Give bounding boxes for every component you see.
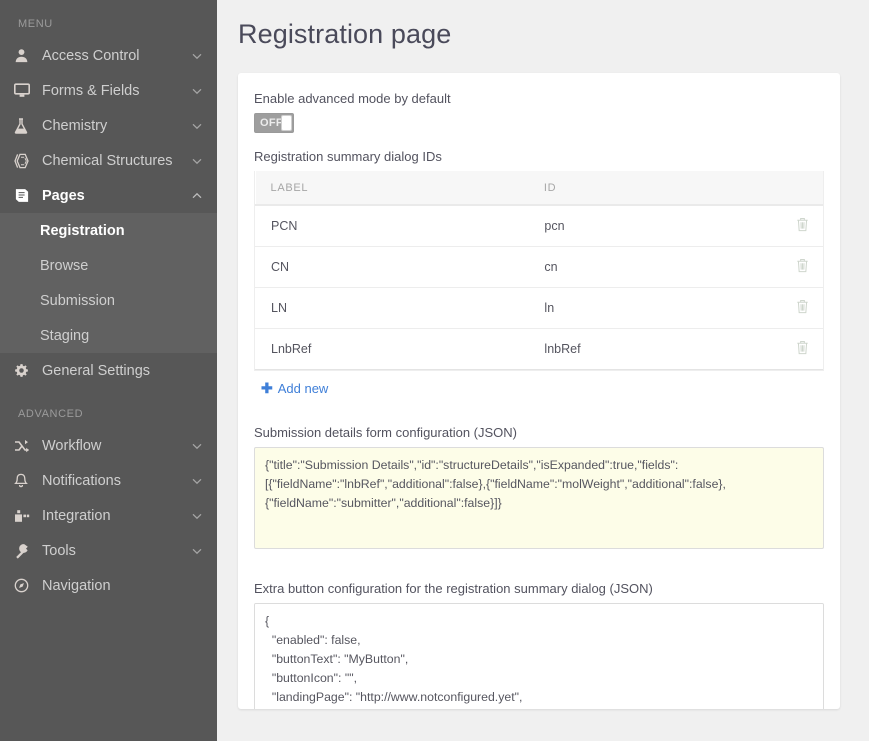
table-header-row: LABEL ID — [256, 171, 824, 205]
sidebar-item-integration[interactable]: Integration — [0, 498, 217, 533]
benzene-ring-icon — [14, 153, 36, 169]
sidebar-item-tools[interactable]: Tools — [0, 533, 217, 568]
table-row[interactable]: LnbRef lnbRef — [256, 329, 824, 370]
sidebar-subitem-staging[interactable]: Staging — [0, 318, 217, 353]
chevron-down-icon — [191, 155, 203, 167]
cell-id: ln — [529, 288, 781, 329]
sidebar-item-label: Notifications — [36, 473, 191, 489]
wrench-icon — [14, 543, 36, 559]
extra-button-textarea[interactable] — [254, 603, 824, 709]
sidebar: MENU Access Control Forms & Fields — [0, 0, 217, 741]
table-head: LABEL ID — [256, 171, 824, 205]
chevron-down-icon — [191, 545, 203, 557]
trash-icon — [796, 299, 809, 314]
sidebar-item-label: Integration — [36, 508, 191, 524]
settings-card: Enable advanced mode by default OFF Regi… — [238, 73, 840, 709]
sidebar-submenu-pages: Registration Browse Submission Staging — [0, 213, 217, 353]
monitor-icon — [14, 83, 36, 98]
sidebar-item-label: Chemical Structures — [36, 153, 191, 169]
add-new-label: Add new — [278, 381, 329, 396]
submission-details-label: Submission details form configuration (J… — [254, 425, 824, 440]
book-icon — [14, 188, 36, 203]
sidebar-item-forms-and-fields[interactable]: Forms & Fields — [0, 73, 217, 108]
trash-icon — [796, 258, 809, 273]
chevron-down-icon — [191, 510, 203, 522]
sidebar-item-navigation[interactable]: Navigation — [0, 568, 217, 603]
table-row[interactable]: LN ln — [256, 288, 824, 329]
app-root: MENU Access Control Forms & Fields — [0, 0, 869, 741]
table-row[interactable]: CN cn — [256, 247, 824, 288]
table-row[interactable]: PCN pcn — [256, 205, 824, 247]
sidebar-subitem-registration[interactable]: Registration — [0, 213, 217, 248]
main-content: Registration page Enable advanced mode b… — [217, 0, 869, 741]
cell-id: pcn — [529, 205, 781, 247]
sidebar-subitem-label: Submission — [40, 293, 115, 309]
extra-button-label: Extra button configuration for the regis… — [254, 581, 824, 596]
dialog-ids-table-wrap: LABEL ID PCN pcn — [254, 171, 824, 371]
sitemap-icon — [14, 509, 36, 523]
sidebar-item-access-control[interactable]: Access Control — [0, 38, 217, 73]
compass-icon — [14, 578, 36, 593]
delete-row-button[interactable] — [781, 329, 824, 370]
sidebar-item-label: Pages — [36, 188, 191, 204]
sidebar-item-label: Forms & Fields — [36, 83, 191, 99]
sidebar-item-label: General Settings — [36, 363, 203, 379]
sidebar-item-label: Chemistry — [36, 118, 191, 134]
sidebar-item-label: Tools — [36, 543, 191, 559]
sidebar-menu-caption: MENU — [0, 0, 217, 38]
sidebar-subitem-browse[interactable]: Browse — [0, 248, 217, 283]
sidebar-item-general-settings[interactable]: General Settings — [0, 353, 217, 388]
flask-icon — [14, 118, 36, 134]
table-body: PCN pcn CN cn — [256, 205, 824, 370]
column-header-id: ID — [529, 171, 781, 205]
gear-icon — [14, 363, 36, 378]
delete-row-button[interactable] — [781, 288, 824, 329]
sidebar-subitem-label: Registration — [40, 223, 125, 239]
sidebar-item-chemical-structures[interactable]: Chemical Structures — [0, 143, 217, 178]
shuffle-icon — [14, 439, 36, 453]
chevron-down-icon — [191, 475, 203, 487]
sidebar-item-notifications[interactable]: Notifications — [0, 463, 217, 498]
plus-icon: ✚ — [261, 380, 273, 397]
cell-label: LnbRef — [256, 329, 529, 370]
chevron-down-icon — [191, 85, 203, 97]
cell-id: cn — [529, 247, 781, 288]
trash-icon — [796, 340, 809, 355]
page-title: Registration page — [238, 19, 869, 50]
toggle-knob — [281, 115, 292, 131]
cell-label: CN — [256, 247, 529, 288]
chevron-down-icon — [191, 120, 203, 132]
chevron-up-icon — [191, 190, 203, 202]
sidebar-item-chemistry[interactable]: Chemistry — [0, 108, 217, 143]
cell-label: LN — [256, 288, 529, 329]
submission-details-textarea[interactable] — [254, 447, 824, 549]
column-header-actions — [781, 171, 824, 205]
sidebar-item-label: Navigation — [36, 578, 203, 594]
bell-icon — [14, 473, 36, 488]
sidebar-advanced-caption: ADVANCED — [0, 388, 217, 428]
delete-row-button[interactable] — [781, 247, 824, 288]
dialog-ids-label: Registration summary dialog IDs — [254, 149, 824, 164]
sidebar-item-label: Workflow — [36, 438, 191, 454]
sidebar-subitem-label: Staging — [40, 328, 89, 344]
sidebar-subitem-label: Browse — [40, 258, 88, 274]
sidebar-subitem-submission[interactable]: Submission — [0, 283, 217, 318]
cell-label: PCN — [256, 205, 529, 247]
delete-row-button[interactable] — [781, 205, 824, 247]
advanced-mode-label: Enable advanced mode by default — [254, 91, 824, 106]
advanced-mode-toggle[interactable]: OFF — [254, 113, 294, 133]
chevron-down-icon — [191, 50, 203, 62]
column-header-label: LABEL — [256, 171, 529, 205]
trash-icon — [796, 217, 809, 232]
cell-id: lnbRef — [529, 329, 781, 370]
toggle-state-label: OFF — [255, 117, 283, 129]
sidebar-item-pages[interactable]: Pages — [0, 178, 217, 213]
dialog-ids-table: LABEL ID PCN pcn — [255, 171, 823, 370]
user-icon — [14, 48, 36, 63]
sidebar-item-workflow[interactable]: Workflow — [0, 428, 217, 463]
add-new-button[interactable]: ✚ Add new — [261, 380, 328, 397]
sidebar-item-label: Access Control — [36, 48, 191, 64]
chevron-down-icon — [191, 440, 203, 452]
